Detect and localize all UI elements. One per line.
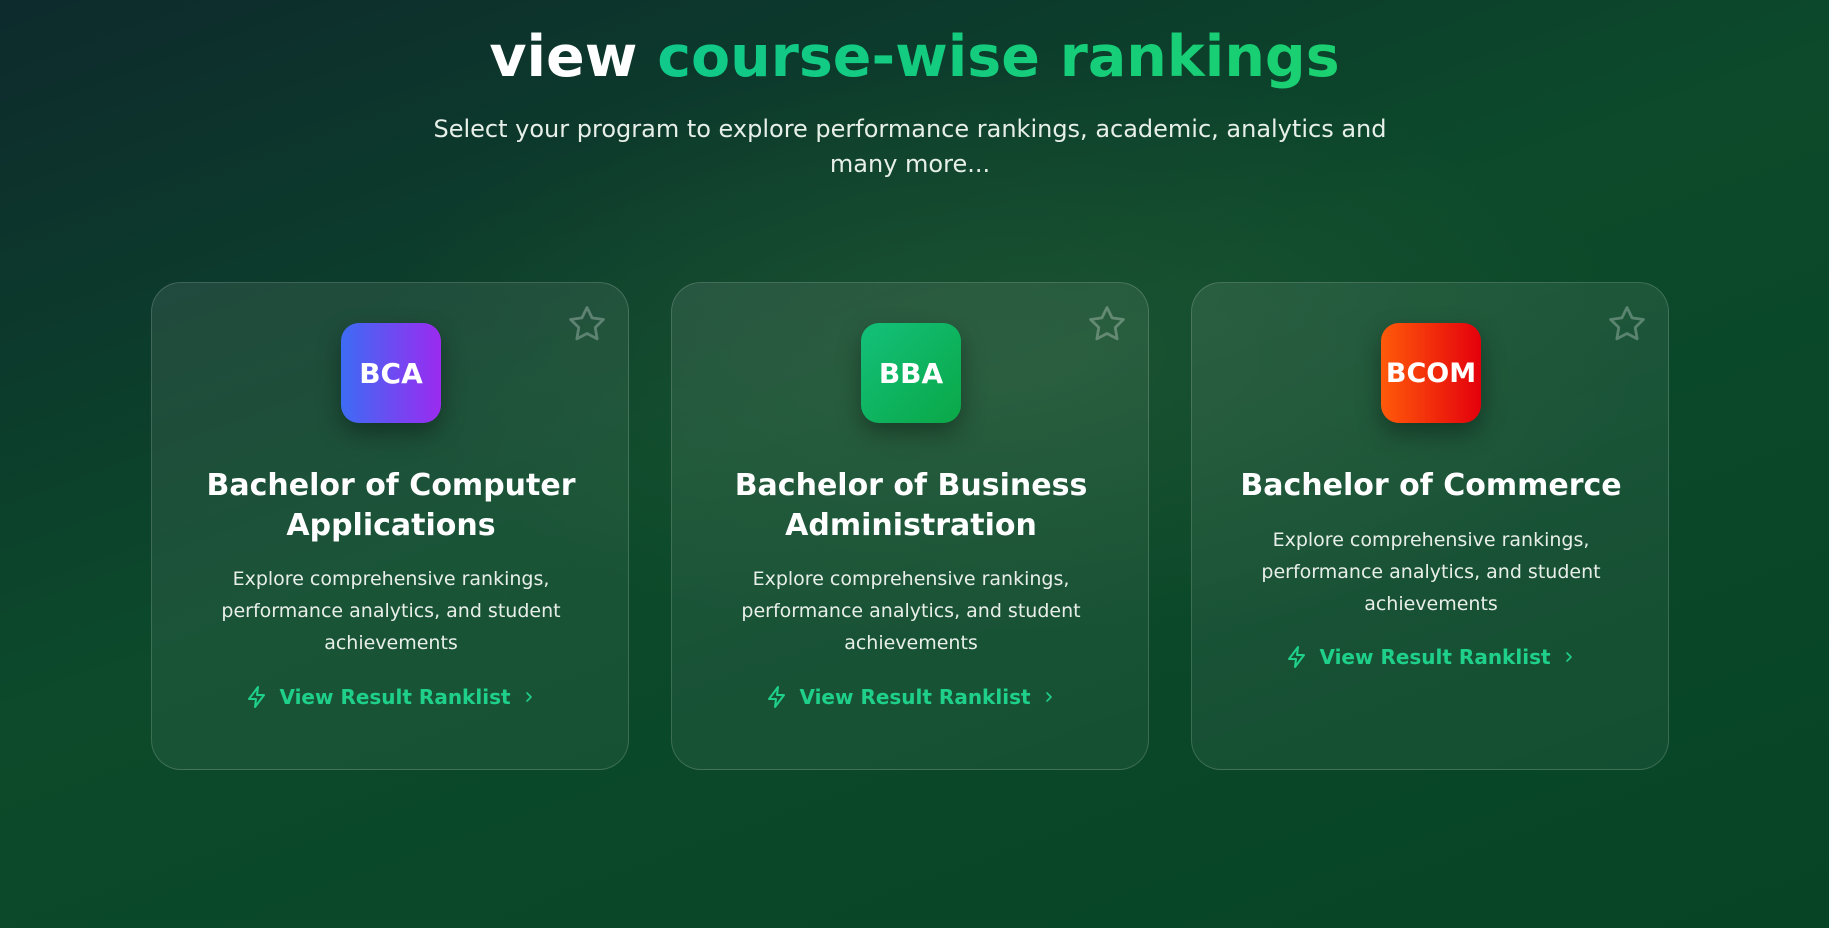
view-result-ranklist-link[interactable]: View Result Ranklist (152, 683, 630, 711)
star-icon[interactable] (566, 303, 608, 345)
course-title: Bachelor of Business Administration (734, 468, 1088, 543)
course-description: Explore comprehensive rankings, performa… (221, 568, 561, 654)
course-badge: BCA (341, 323, 441, 423)
lightning-icon (1288, 646, 1306, 668)
link-label: View Result Ranklist (1319, 645, 1551, 669)
link-label: View Result Ranklist (799, 685, 1031, 709)
link-label: View Result Ranklist (279, 685, 511, 709)
course-rankings-section: view course-wise rankings Select your pr… (0, 0, 1829, 928)
course-title: Bachelor of Computer Applications (206, 468, 576, 543)
star-icon[interactable] (1086, 303, 1128, 345)
chevron-right-icon (1045, 692, 1052, 702)
chevron-right-icon (525, 692, 532, 702)
lightning-icon (248, 686, 266, 708)
lightning-icon (768, 686, 786, 708)
page-subtitle: Select your program to explore performan… (433, 115, 1387, 178)
star-icon[interactable] (1606, 303, 1648, 345)
course-badge: BBA (861, 323, 961, 423)
page-title: view course-wise rankings (0, 22, 1829, 92)
view-result-ranklist-link[interactable]: View Result Ranklist (1192, 643, 1670, 671)
chevron-right-icon (1565, 652, 1572, 662)
course-card-bcom[interactable]: BCOM Bachelor of Commerce Explore compre… (1191, 282, 1669, 770)
course-card-bba[interactable]: BBA Bachelor of Business Administration … (671, 282, 1149, 770)
course-description: Explore comprehensive rankings, performa… (1261, 529, 1601, 615)
course-title: Bachelor of Commerce (1240, 468, 1622, 503)
page-title-part-2: course-wise rankings (657, 24, 1340, 90)
course-badge: BCOM (1381, 323, 1481, 423)
course-card-bca[interactable]: BCA Bachelor of Computer Applications Ex… (151, 282, 629, 770)
course-description: Explore comprehensive rankings, performa… (741, 568, 1081, 654)
view-result-ranklist-link[interactable]: View Result Ranklist (672, 683, 1150, 711)
page-title-part-1: view (489, 24, 638, 90)
